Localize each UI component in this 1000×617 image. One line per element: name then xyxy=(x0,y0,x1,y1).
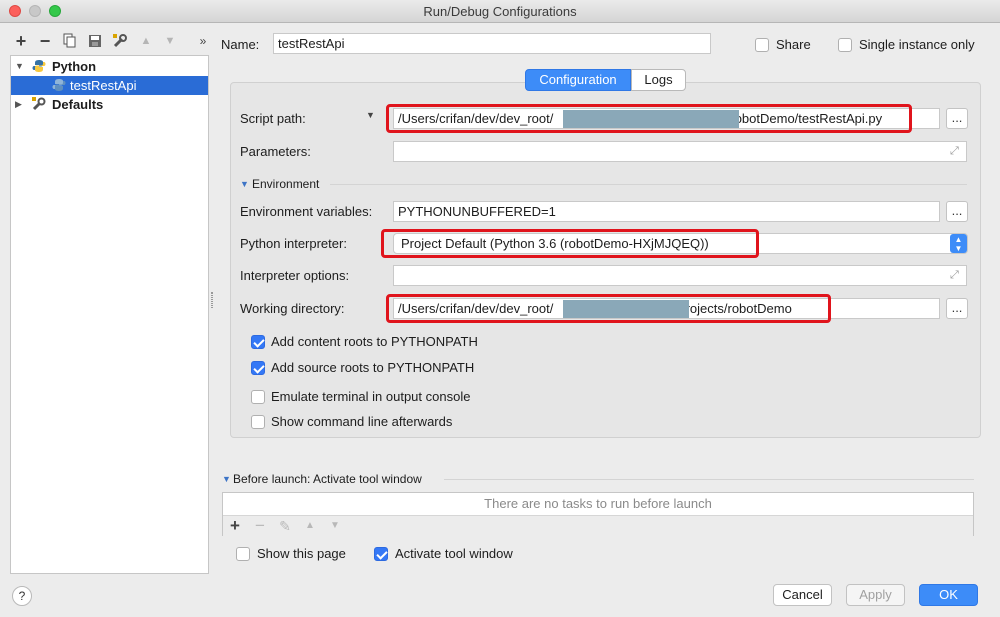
single-instance-checkbox[interactable] xyxy=(838,38,852,52)
activate-tool-window-checkbox[interactable] xyxy=(374,547,388,561)
highlight-box xyxy=(386,104,912,133)
expand-arrow-icon[interactable]: ▼ xyxy=(15,57,24,76)
add-task-icon[interactable]: + xyxy=(226,516,244,536)
dropdown-arrow-icon[interactable]: ▼ xyxy=(366,110,375,120)
tree-item-label: testRestApi xyxy=(70,78,137,93)
copy-icon[interactable] xyxy=(61,30,79,52)
tree-item-label: Python xyxy=(52,59,97,74)
remove-task-icon[interactable]: − xyxy=(251,516,269,536)
tree-item-testrestapi[interactable]: testRestApi xyxy=(11,76,208,95)
help-button[interactable]: ? xyxy=(12,586,32,606)
splitter-handle[interactable] xyxy=(211,292,213,308)
wrench-icon[interactable] xyxy=(111,30,129,52)
remove-icon[interactable]: − xyxy=(36,30,54,52)
parameters-field[interactable] xyxy=(393,141,967,162)
interpreter-options-label: Interpreter options: xyxy=(240,268,350,283)
highlight-box xyxy=(386,294,831,323)
show-command-line-label: Show command line afterwards xyxy=(271,414,453,429)
single-instance-label: Single instance only xyxy=(859,37,975,52)
before-launch-tasks-list: There are no tasks to run before launch … xyxy=(222,492,974,536)
working-dir-browse-button[interactable]: ... xyxy=(946,298,968,319)
script-path-label: Script path: xyxy=(240,111,306,126)
python-icon xyxy=(32,60,46,72)
apply-button[interactable]: Apply xyxy=(846,584,905,606)
configuration-tree: ▼ Python testRestApi ▶ Defaults xyxy=(10,55,209,574)
tree-item-defaults[interactable]: ▶ Defaults xyxy=(11,95,208,114)
working-dir-label: Working directory: xyxy=(240,301,345,316)
move-task-up-icon[interactable]: ▲ xyxy=(301,516,319,536)
ok-button[interactable]: OK xyxy=(919,584,978,606)
name-label: Name: xyxy=(221,37,260,52)
tree-toolbar: + − ▲ ▼ » xyxy=(8,30,212,52)
show-this-page-checkbox[interactable] xyxy=(236,547,250,561)
move-down-icon[interactable]: ▼ xyxy=(161,30,179,52)
emulate-terminal-checkbox[interactable] xyxy=(251,390,265,404)
tab-logs[interactable]: Logs xyxy=(631,69,686,91)
cancel-button[interactable]: Cancel xyxy=(773,584,832,606)
show-this-page-label: Show this page xyxy=(257,546,346,561)
empty-tasks-text: There are no tasks to run before launch xyxy=(484,496,712,511)
interpreter-options-field[interactable] xyxy=(393,265,967,286)
env-vars-field[interactable]: PYTHONUNBUFFERED=1 xyxy=(393,201,940,222)
move-up-icon[interactable]: ▲ xyxy=(137,30,155,52)
section-collapse-icon[interactable]: ▼ xyxy=(240,179,249,189)
edit-task-icon[interactable]: ✎ xyxy=(276,516,294,536)
script-path-browse-button[interactable]: ... xyxy=(946,108,968,129)
more-icon[interactable]: » xyxy=(194,30,212,52)
add-source-roots-label: Add source roots to PYTHONPATH xyxy=(271,360,475,375)
python-icon xyxy=(52,79,66,91)
parameters-label: Parameters: xyxy=(240,144,311,159)
tasks-toolbar: + − ✎ ▲ ▼ xyxy=(223,515,973,536)
configuration-panel xyxy=(230,82,981,438)
expand-field-icon[interactable]: ⤢ xyxy=(950,269,959,282)
add-icon[interactable]: + xyxy=(12,30,30,52)
activate-tool-window-label: Activate tool window xyxy=(395,546,513,561)
share-label: Share xyxy=(776,37,811,52)
tab-configuration[interactable]: Configuration xyxy=(525,69,631,91)
save-icon[interactable] xyxy=(86,30,104,52)
title-bar: Run/Debug Configurations xyxy=(0,0,1000,23)
interpreter-label: Python interpreter: xyxy=(240,236,347,251)
collapse-arrow-icon[interactable]: ▶ xyxy=(15,95,22,114)
share-checkbox[interactable] xyxy=(755,38,769,52)
wrench-icon xyxy=(32,97,46,111)
before-launch-title: Before launch: Activate tool window xyxy=(233,472,422,486)
add-content-roots-checkbox[interactable] xyxy=(251,335,265,349)
env-vars-browse-button[interactable]: ... xyxy=(946,201,968,222)
name-field[interactable]: testRestApi xyxy=(273,33,711,54)
add-content-roots-label: Add content roots to PYTHONPATH xyxy=(271,334,478,349)
emulate-terminal-label: Emulate terminal in output console xyxy=(271,389,471,404)
section-divider xyxy=(330,184,967,185)
tree-item-label: Defaults xyxy=(52,97,104,112)
tree-item-python[interactable]: ▼ Python xyxy=(11,57,208,76)
section-collapse-icon[interactable]: ▼ xyxy=(222,474,231,484)
env-vars-label: Environment variables: xyxy=(240,204,373,219)
chevron-up-down-icon[interactable]: ▲ ▼ xyxy=(950,234,967,253)
section-divider xyxy=(444,479,974,480)
environment-section-title: Environment xyxy=(252,177,320,191)
expand-field-icon[interactable]: ⤢ xyxy=(950,145,959,158)
show-command-line-checkbox[interactable] xyxy=(251,415,265,429)
move-task-down-icon[interactable]: ▼ xyxy=(326,516,344,536)
add-source-roots-checkbox[interactable] xyxy=(251,361,265,375)
window-title: Run/Debug Configurations xyxy=(423,4,577,19)
highlight-box xyxy=(381,229,759,258)
